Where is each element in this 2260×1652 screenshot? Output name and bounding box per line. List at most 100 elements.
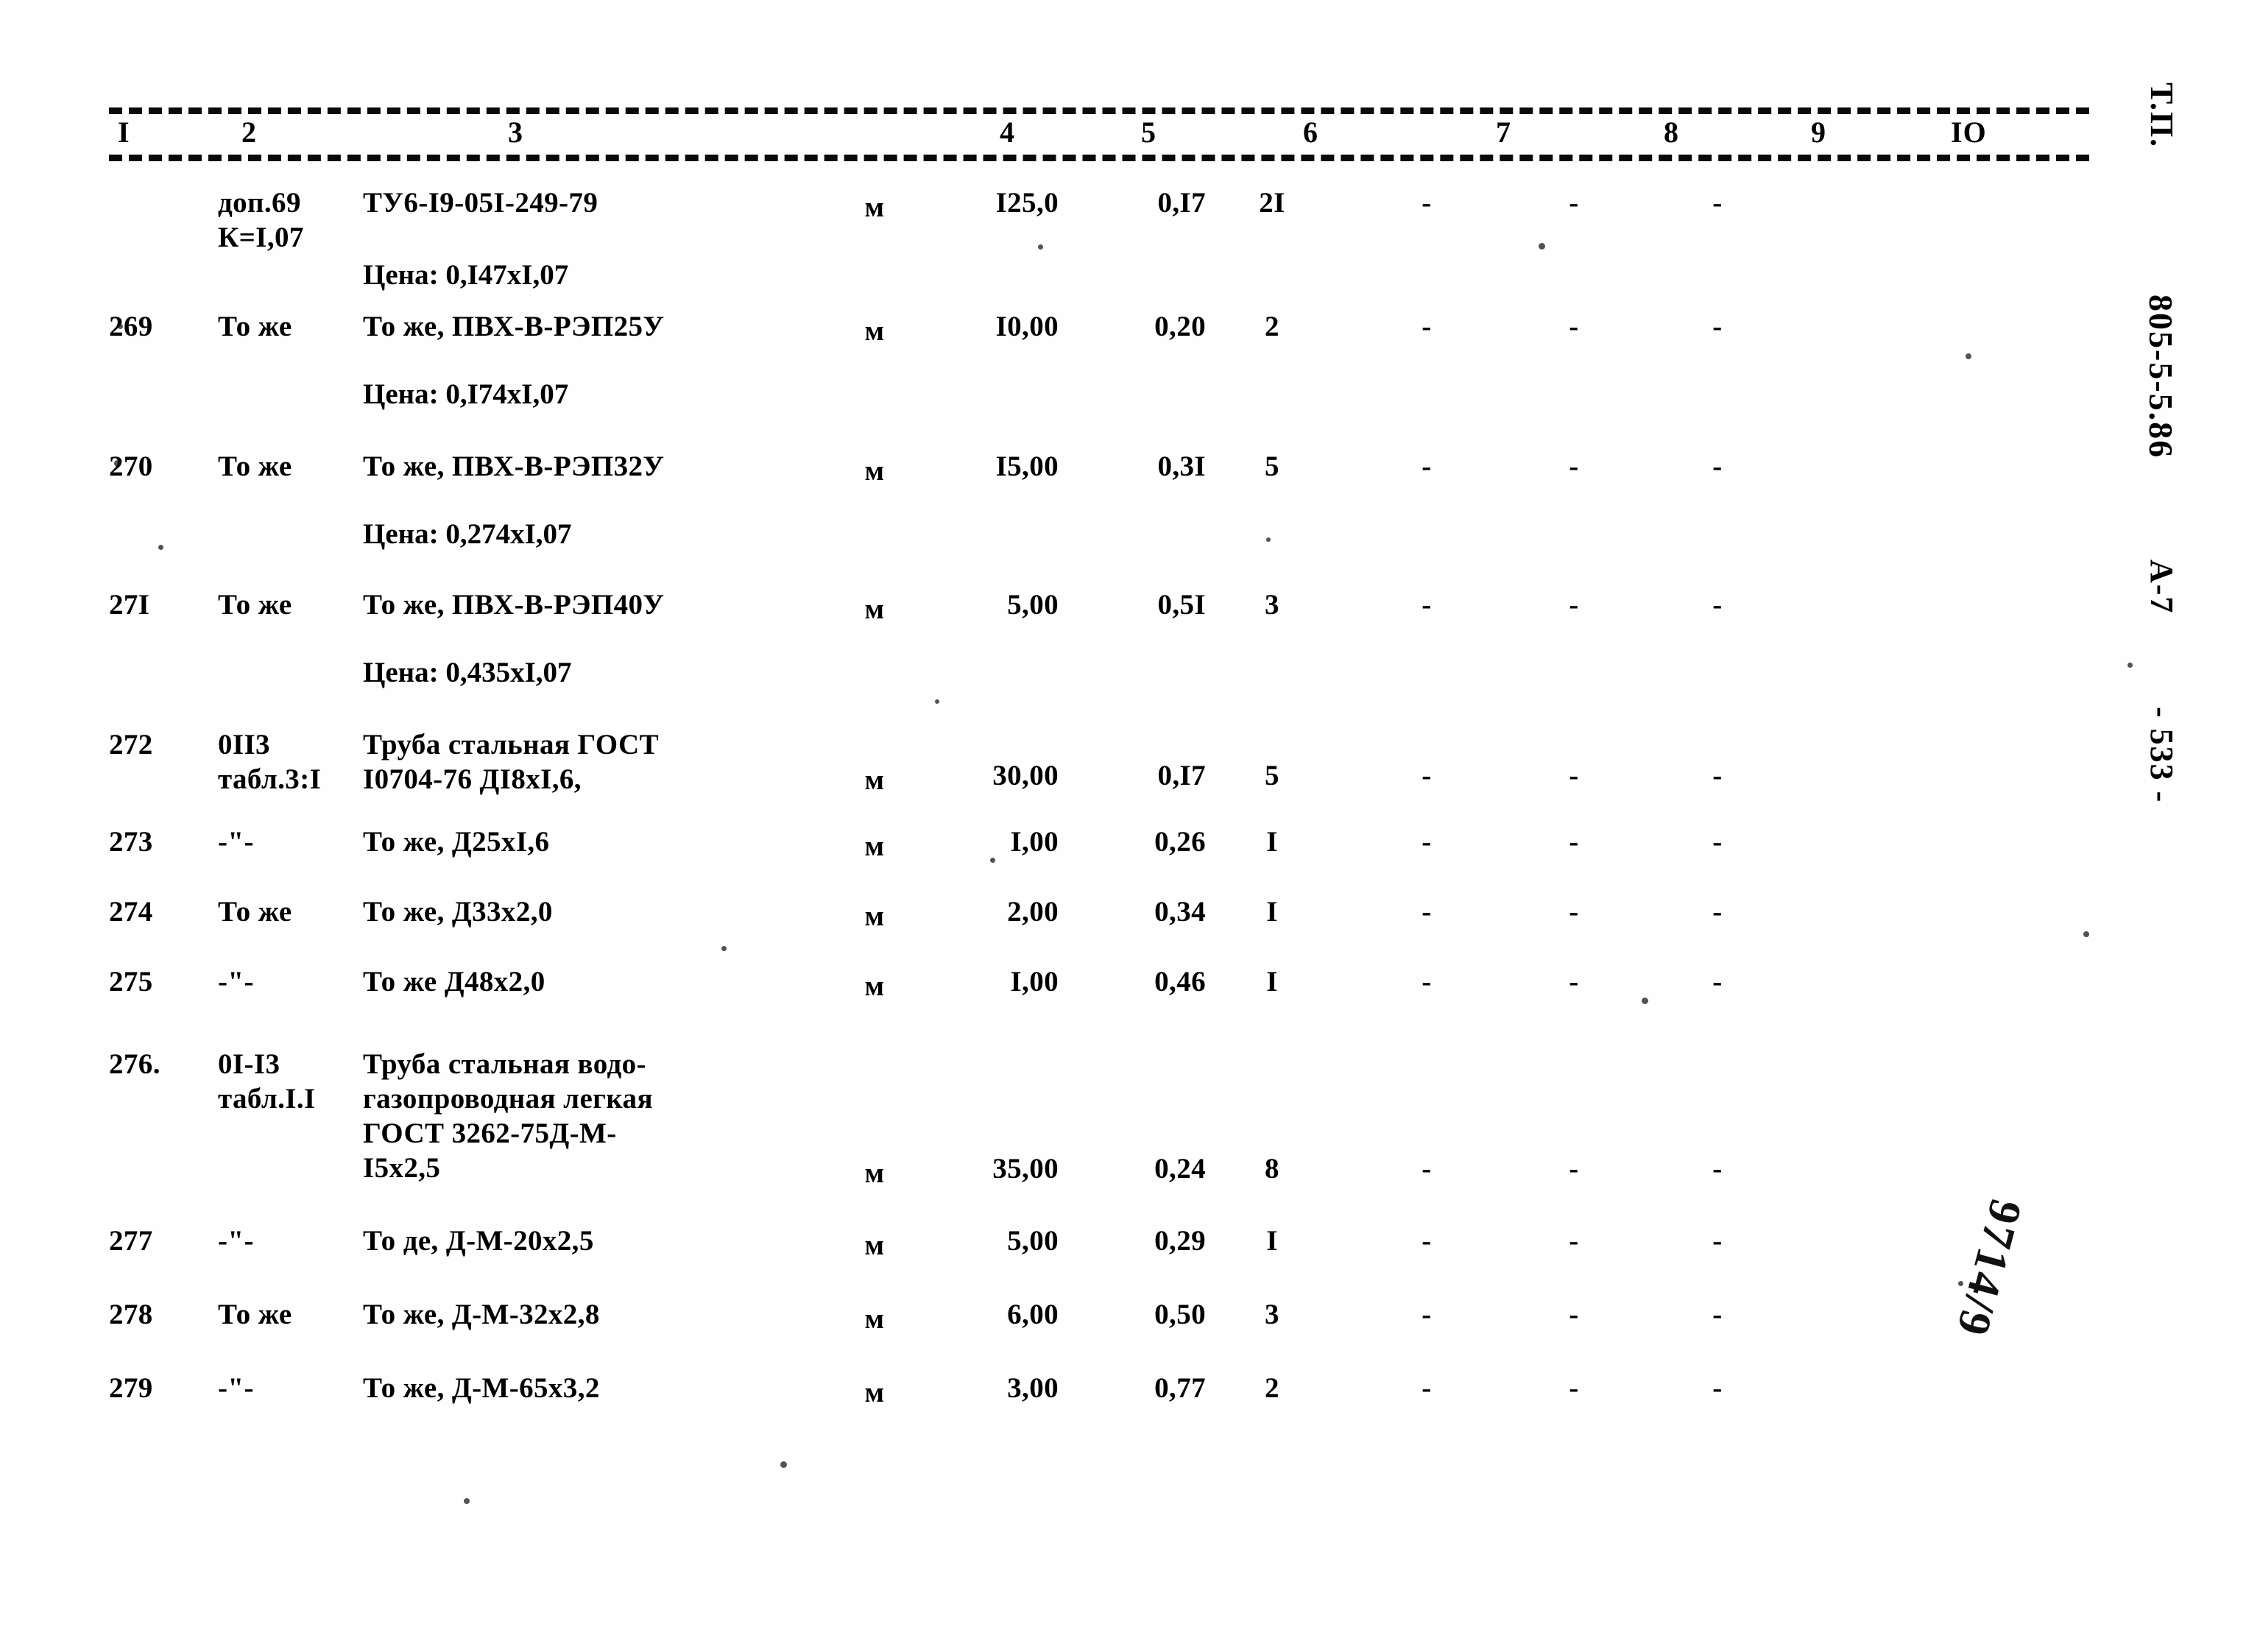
scan-speck [2127, 663, 2133, 668]
row-quantity: I,00 [1010, 966, 1059, 998]
row-code: То же [218, 311, 292, 342]
row-count: I [1266, 896, 1278, 928]
row-description: То же, ПВХ-В-РЭП40У [363, 589, 665, 621]
column-header-10: IO [1943, 116, 1994, 149]
stamp-page-number: - 533 - [2144, 707, 2180, 804]
column-header-5: 5 [1134, 116, 1164, 149]
row-description: ТУ6-I9-05I-249-79 [363, 187, 598, 219]
row-col10: - [1712, 311, 1723, 342]
row-unit: м [864, 1303, 885, 1335]
row-col9: - [1569, 1225, 1579, 1257]
row-count: 8 [1265, 1153, 1279, 1185]
column-header-7: 7 [1489, 116, 1519, 149]
row-quantity: 30,00 [992, 760, 1059, 791]
row-col8: - [1422, 896, 1432, 928]
row-unit: м [864, 764, 885, 796]
row-unit: м [864, 900, 885, 932]
scan-speck [990, 858, 995, 863]
table-row: 279 -"- То же, Д-М-65х3,2 м 3,00 0,77 2 … [109, 1371, 2089, 1444]
row-col9: - [1569, 311, 1579, 342]
row-weight: 0,50 [1154, 1299, 1206, 1330]
row-col8: - [1422, 1153, 1432, 1185]
row-description: То же Д48х2,0 [363, 966, 545, 998]
row-col10: - [1712, 589, 1723, 621]
scan-speck [721, 946, 727, 951]
table-row: 269 То же То же, ПВХ-В-РЭП25У Цена: 0,I7… [109, 309, 2089, 449]
row-col9: - [1569, 1372, 1579, 1404]
row-quantity: 35,00 [992, 1153, 1059, 1185]
row-quantity: 3,00 [1007, 1372, 1059, 1404]
row-number: 275 [109, 966, 153, 998]
row-col10: - [1712, 1372, 1723, 1404]
row-quantity: I,00 [1010, 826, 1059, 858]
row-unit: м [864, 315, 885, 347]
table-row: 278 То же То же, Д-М-32х2,8 м 6,00 0,50 … [109, 1297, 2089, 1371]
row-col8: - [1422, 826, 1432, 858]
stamp-project-code: 805-5-5.86 [2142, 294, 2180, 459]
scan-speck [1266, 537, 1271, 542]
row-count: I [1266, 966, 1278, 998]
row-unit: м [864, 830, 885, 862]
column-header-6: 6 [1296, 116, 1326, 149]
row-quantity: I25,0 [995, 187, 1059, 219]
row-number: 274 [109, 896, 153, 928]
column-header-4: 4 [992, 116, 1023, 149]
row-number: 276. [109, 1048, 160, 1080]
row-col9: - [1569, 451, 1579, 482]
row-count: 2 [1265, 311, 1279, 342]
row-count: I [1266, 826, 1278, 858]
row-unit: м [864, 1377, 885, 1408]
scan-speck [2083, 931, 2089, 937]
row-quantity: I5,00 [995, 451, 1059, 482]
row-quantity: 2,00 [1007, 896, 1059, 928]
row-code: То же [218, 896, 292, 928]
row-weight: 0,26 [1154, 826, 1206, 858]
row-col9: - [1569, 896, 1579, 928]
row-weight: 0,I7 [1157, 187, 1206, 219]
row-description: То же, Д-М-32х2,8 [363, 1299, 600, 1330]
row-unit: м [864, 1229, 885, 1261]
row-count: I [1266, 1225, 1278, 1257]
row-quantity: 5,00 [1007, 589, 1059, 621]
stamp-sheet: А-7 [2144, 560, 2180, 615]
row-col8: - [1422, 589, 1432, 621]
row-count: 3 [1265, 589, 1279, 621]
row-description: То же, Д25хI,6 [363, 826, 550, 858]
scanned-page: I 2 3 4 5 6 7 8 9 IO доп.69 К=I,07 ТУ6-I… [0, 0, 2260, 1652]
row-col10: - [1712, 1299, 1723, 1330]
row-number: 279 [109, 1372, 153, 1404]
column-header-2: 2 [234, 116, 264, 149]
row-code: -"- [218, 966, 254, 998]
stamp-type-label: Т.П. [2144, 82, 2180, 149]
row-quantity: 5,00 [1007, 1225, 1059, 1257]
row-description: Труба стальная водо- газопроводная легка… [363, 1048, 653, 1184]
row-number: 273 [109, 826, 153, 858]
row-col9: - [1569, 589, 1579, 621]
row-code: -"- [218, 1225, 254, 1257]
row-quantity: I0,00 [995, 311, 1059, 342]
header-top-dashed-rule [109, 107, 2089, 114]
row-unit: м [864, 455, 885, 487]
row-code: То же [218, 589, 292, 621]
column-header-1: I [110, 116, 138, 149]
row-quantity: 6,00 [1007, 1299, 1059, 1330]
row-col10: - [1712, 896, 1723, 928]
row-unit: м [864, 1157, 885, 1189]
table-row: 276. 0I-I3 табл.I.I Труба стальная водо-… [109, 1047, 2089, 1224]
row-count: 3 [1265, 1299, 1279, 1330]
scan-speck [118, 324, 123, 329]
row-col9: - [1569, 760, 1579, 791]
row-weight: 0,3I [1157, 451, 1206, 482]
row-description: То же, Д-М-65х3,2 [363, 1372, 600, 1404]
row-col8: - [1422, 760, 1432, 791]
row-col10: - [1712, 1153, 1723, 1185]
table-row: 274 То же То же, Д33х2,0 м 2,00 0,34 I -… [109, 894, 2089, 964]
row-weight: 0,I7 [1157, 760, 1206, 791]
row-count: 5 [1265, 760, 1279, 791]
header-bottom-dashed-rule [109, 155, 2089, 161]
table-row: 275 -"- То же Д48х2,0 м I,00 0,46 I - - … [109, 964, 2089, 1047]
row-weight: 0,5I [1157, 589, 1206, 621]
row-description: То же, ПВХ-В-РЭП32У [363, 451, 665, 482]
row-description: То же, Д33х2,0 [363, 896, 553, 928]
row-price-note: Цена: 0,I47хI,07 [363, 259, 569, 291]
